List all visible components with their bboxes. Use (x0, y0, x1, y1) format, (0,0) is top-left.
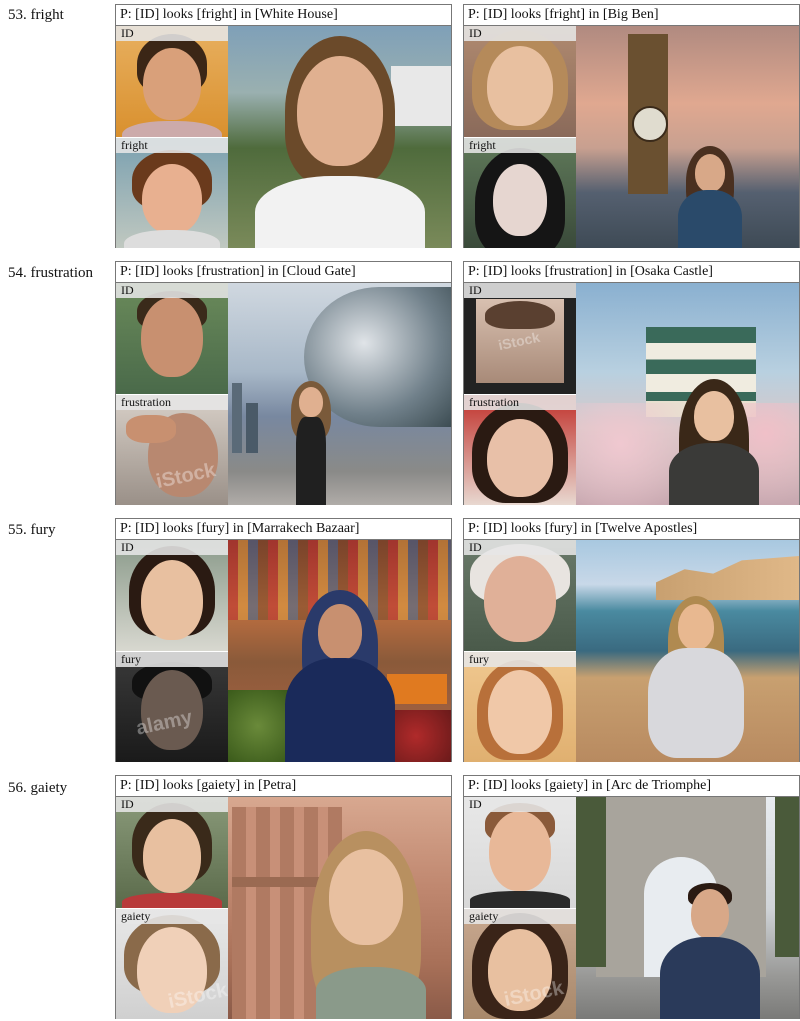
figure-panel-gaiety-petra: P: [ID] looks [gaiety] in [Petra] ID gai… (115, 775, 452, 1019)
id-reference-image: ID (116, 540, 228, 651)
panel-caption: P: [ID] looks [fury] in [Marrakech Bazaa… (116, 519, 451, 540)
id-tag: ID (464, 797, 576, 812)
id-reference-image: ID (464, 797, 576, 908)
expression-reference-image: fright (464, 138, 576, 248)
panel-caption: P: [ID] looks [fury] in [Twelve Apostles… (464, 519, 799, 540)
id-reference-image: ID (464, 26, 576, 137)
panel-caption: P: [ID] looks [frustration] in [Osaka Ca… (464, 262, 799, 283)
panel-caption: P: [ID] looks [fright] in [White House] (116, 5, 451, 26)
id-tag: ID (464, 26, 576, 41)
id-tag: ID (464, 283, 576, 298)
figure-panel-fright-big-ben: P: [ID] looks [fright] in [Big Ben] ID f… (463, 4, 800, 248)
expression-reference-image: fury alamy (116, 652, 228, 762)
expression-reference-image: fury (464, 652, 576, 762)
generated-image (228, 540, 451, 762)
figure-panel-frustration-cloud-gate: P: [ID] looks [frustration] in [Cloud Ga… (115, 261, 452, 505)
panel-caption: P: [ID] looks [gaiety] in [Petra] (116, 776, 451, 797)
panel-caption: P: [ID] looks [fright] in [Big Ben] (464, 5, 799, 26)
id-tag: ID (116, 283, 228, 298)
generated-image (576, 540, 799, 762)
row-label-55: 55. fury (8, 522, 56, 538)
figure-panel-fury-twelve-apostles: P: [ID] looks [fury] in [Twelve Apostles… (463, 518, 800, 762)
expression-tag: gaiety (116, 909, 228, 924)
figure-panel-gaiety-arc-de-triomphe: P: [ID] looks [gaiety] in [Arc de Triomp… (463, 775, 800, 1019)
expression-tag: fury (464, 652, 576, 667)
expression-reference-image: frustration iStock (116, 395, 228, 505)
row-label-56: 56. gaiety (8, 780, 68, 796)
id-reference-image: ID (116, 26, 228, 137)
panel-caption: P: [ID] looks [gaiety] in [Arc de Triomp… (464, 776, 799, 797)
generated-image (576, 797, 799, 1019)
expression-tag: frustration (116, 395, 228, 410)
expression-reference-image: gaiety iStock (464, 909, 576, 1019)
id-reference-image: ID (464, 540, 576, 651)
expression-tag: gaiety (464, 909, 576, 924)
expression-tag: frustration (464, 395, 576, 410)
expression-reference-image: gaiety iStock (116, 909, 228, 1019)
figure-panel-frustration-osaka-castle: P: [ID] looks [frustration] in [Osaka Ca… (463, 261, 800, 505)
figure-panel-fright-white-house: P: [ID] looks [fright] in [White House] … (115, 4, 452, 248)
expression-tag: fright (116, 138, 228, 153)
id-reference-image: ID (116, 797, 228, 908)
id-tag: ID (116, 797, 228, 812)
id-reference-image: ID (116, 283, 228, 394)
expression-reference-image: fright (116, 138, 228, 248)
panel-caption: P: [ID] looks [frustration] in [Cloud Ga… (116, 262, 451, 283)
generated-image (228, 283, 451, 505)
id-tag: ID (116, 26, 228, 41)
figure-panel-fury-marrakech-bazaar: P: [ID] looks [fury] in [Marrakech Bazaa… (115, 518, 452, 762)
row-label-53: 53. fright (8, 7, 64, 23)
generated-image (228, 797, 451, 1019)
expression-tag: fury (116, 652, 228, 667)
expression-tag: fright (464, 138, 576, 153)
generated-image (228, 26, 451, 248)
generated-image (576, 283, 799, 505)
expression-reference-image: frustration (464, 395, 576, 505)
generated-image (576, 26, 799, 248)
id-tag: ID (116, 540, 228, 555)
id-reference-image: ID iStock (464, 283, 576, 394)
row-label-54: 54. frustration (8, 265, 93, 281)
id-tag: ID (464, 540, 576, 555)
